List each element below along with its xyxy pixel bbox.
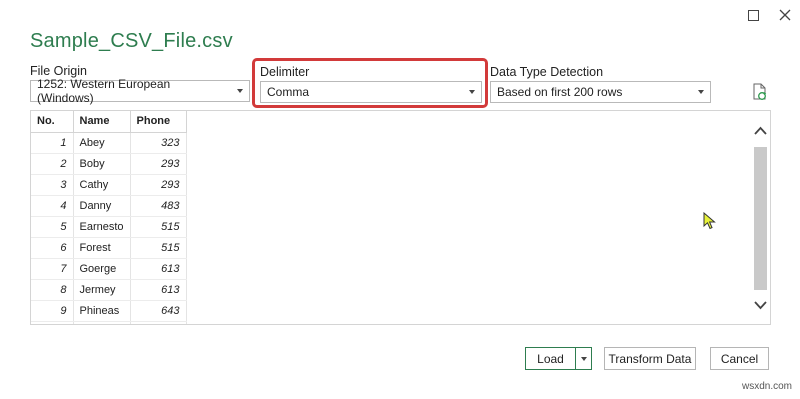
cell-phone: 515	[130, 216, 187, 238]
cell-phone: 515	[130, 237, 187, 259]
preview-table: No. Name Phone 1 Abey 323 2 Boby 293 3 C…	[31, 111, 187, 324]
chevron-up-icon	[754, 126, 767, 135]
cell-empty	[73, 321, 131, 324]
table-row: 2 Boby 293	[31, 153, 187, 175]
table-row: 4 Danny 483	[31, 195, 187, 217]
transform-data-button[interactable]: Transform Data	[604, 347, 696, 370]
cell-name: Cathy	[73, 174, 131, 196]
cell-no: 2	[31, 153, 74, 175]
chevron-down-icon	[580, 356, 587, 361]
cell-name: Boby	[73, 153, 131, 175]
cell-no: 6	[31, 237, 74, 259]
window-title: Sample_CSV_File.csv	[30, 30, 233, 52]
load-options-button[interactable]	[575, 347, 592, 370]
cell-name: Danny	[73, 195, 131, 217]
data-type-detection-label: Data Type Detection	[490, 65, 604, 79]
cell-name: Goerge	[73, 258, 131, 280]
cell-name: Abey	[73, 132, 131, 154]
watermark: wsxdn.com	[742, 381, 793, 392]
data-type-detection-select[interactable]: Based on first 200 rows	[490, 81, 711, 103]
dropdown-arrow-icon	[237, 89, 243, 93]
chevron-down-icon	[754, 300, 767, 309]
cancel-button[interactable]: Cancel	[710, 347, 769, 370]
cell-phone: 293	[130, 174, 187, 196]
cell-no: 3	[31, 174, 74, 196]
scroll-up-button[interactable]	[751, 119, 770, 141]
cell-no: 9	[31, 300, 74, 322]
cell-no: 5	[31, 216, 74, 238]
refresh-file-icon	[753, 83, 767, 100]
data-preview-grid[interactable]: No. Name Phone 1 Abey 323 2 Boby 293 3 C…	[30, 110, 771, 325]
load-button[interactable]: Load	[525, 347, 576, 370]
cell-name: Forest	[73, 237, 131, 259]
delimiter-value: Comma	[267, 85, 310, 99]
column-header-no: No.	[31, 111, 74, 133]
cell-no: 1	[31, 132, 74, 154]
table-row-partial	[31, 321, 187, 324]
cell-phone: 483	[130, 195, 187, 217]
mouse-pointer-icon	[703, 211, 716, 230]
table-row: 3 Cathy 293	[31, 174, 187, 196]
file-origin-value: 1252: Western European (Windows)	[37, 77, 171, 105]
dropdown-arrow-icon	[469, 90, 475, 94]
cell-no: 8	[31, 279, 74, 301]
table-header-row: No. Name Phone	[31, 111, 187, 133]
scroll-down-button[interactable]	[751, 294, 770, 316]
table-row: 9 Phineas 643	[31, 300, 187, 322]
cell-phone: 293	[130, 153, 187, 175]
column-header-phone: Phone	[130, 111, 187, 133]
maximize-button[interactable]	[738, 4, 768, 26]
vertical-scrollbar[interactable]	[751, 111, 770, 324]
close-button[interactable]	[770, 4, 800, 26]
cell-empty	[130, 321, 187, 324]
cell-empty	[31, 321, 74, 324]
delimiter-select[interactable]: Comma	[260, 81, 482, 103]
cell-name: Phineas	[73, 300, 131, 322]
table-row: 5 Earnesto 515	[31, 216, 187, 238]
table-row: 6 Forest 515	[31, 237, 187, 259]
mouse-pointer	[703, 211, 717, 230]
table-row: 1 Abey 323	[31, 132, 187, 154]
file-origin-label: File Origin	[30, 64, 87, 78]
cell-name: Earnesto	[73, 216, 131, 238]
column-header-name: Name	[73, 111, 131, 133]
cell-phone: 613	[130, 279, 187, 301]
table-row: 8 Jermey 613	[31, 279, 187, 301]
maximize-icon	[747, 9, 759, 21]
cell-phone: 643	[130, 300, 187, 322]
cell-phone: 613	[130, 258, 187, 280]
refresh-file-button[interactable]	[752, 83, 768, 101]
dropdown-arrow-icon	[698, 90, 704, 94]
table-row: 7 Goerge 613	[31, 258, 187, 280]
file-origin-select[interactable]: 1252: Western European (Windows)	[30, 77, 250, 105]
cell-no: 7	[31, 258, 74, 280]
data-type-detection-value: Based on first 200 rows	[497, 85, 623, 99]
close-icon	[779, 9, 791, 21]
cell-no: 4	[31, 195, 74, 217]
cell-name: Jermey	[73, 279, 131, 301]
scrollbar-thumb[interactable]	[754, 147, 767, 290]
cell-phone: 323	[130, 132, 187, 154]
